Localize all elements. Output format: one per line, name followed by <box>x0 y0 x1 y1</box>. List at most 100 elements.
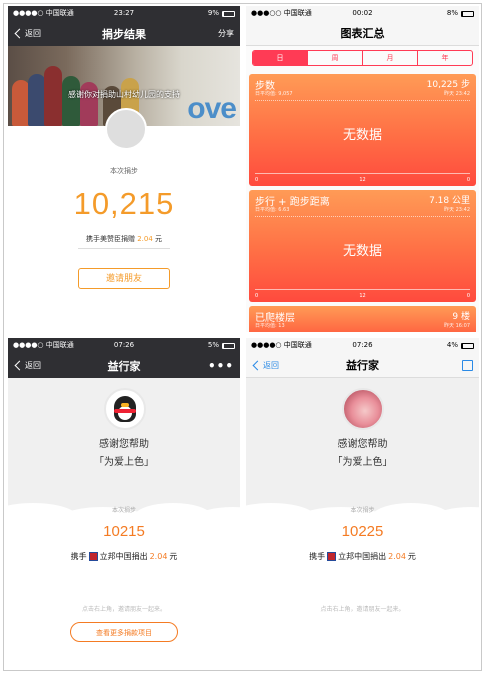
battery-icon <box>461 342 474 349</box>
divider <box>78 248 170 249</box>
carrier-label: ●●●●○ 中国联通 <box>251 341 312 349</box>
carrier-label: ●●●●○ 中国联通 <box>13 341 74 349</box>
nippon-logo-icon <box>327 552 337 561</box>
period-segmented-control: 日 周 月 年 <box>252 50 473 66</box>
donation-result-screen: ●●●●○ 中国联通 23:27 9% 返回 捐步结果 分享 ove 感谢你对捐… <box>8 6 240 332</box>
no-data-label: 无数据 <box>342 128 382 143</box>
battery-percent: 8% <box>446 9 458 17</box>
battery-percent: 5% <box>207 341 219 349</box>
tab-month[interactable]: 月 <box>362 51 417 65</box>
status-time: 00:02 <box>352 9 373 17</box>
donation-prefix: 携手 <box>309 552 326 561</box>
child-figure <box>62 76 80 126</box>
battery-percent: 4% <box>446 341 458 349</box>
battery-icon <box>222 342 235 349</box>
back-button[interactable]: 返回 <box>14 28 41 39</box>
steps-card[interactable]: 步数 日平均值: 9,057 10,225 步 昨天 23:42 无数据 0 12… <box>249 74 476 186</box>
card-value: 7.18 公里 <box>429 196 470 206</box>
avatar <box>105 108 147 150</box>
card-date: 昨天 23:42 <box>444 91 470 97</box>
status-bar: ●●●●○ 中国联通 23:27 9% <box>8 6 240 21</box>
qq-avatar-scarf <box>114 409 136 413</box>
thanks-line: 感谢您帮助 <box>99 439 149 450</box>
qq-avatar-beak <box>121 403 129 407</box>
card-average: 日平均值: 13 <box>255 323 285 329</box>
card-average: 日平均值: 9,057 <box>255 91 293 97</box>
axis-ticks: 0 12 0 <box>255 177 470 183</box>
nav-bar: 返回 益行家 <box>246 353 479 378</box>
distance-card[interactable]: 步行 + 跑步距离 日平均值: 6.63 7.18 公里 昨天 23:42 无数… <box>249 190 476 302</box>
back-button[interactable]: 返回 <box>14 360 41 371</box>
sponsor-name: 立邦中国捐出 <box>338 552 387 561</box>
carrier-label: ●●●○○ 中国联通 <box>251 9 312 17</box>
donation-line: 携手 立邦中国捐出 2.04 元 <box>246 551 479 562</box>
tick-label: 0 <box>255 177 259 183</box>
avatar <box>342 388 384 430</box>
floors-card[interactable]: 已爬楼层 日平均值: 13 9 楼 昨天 16:07 <box>249 306 476 332</box>
card-average: 日平均值: 6.63 <box>255 207 290 213</box>
card-date: 昨天 23:42 <box>444 207 470 213</box>
donation-line: 携手 立邦中国捐出 2.04 元 <box>8 551 240 562</box>
back-button[interactable]: 返回 <box>252 360 279 371</box>
back-chevron-icon <box>14 360 25 371</box>
share-button[interactable]: 分享 <box>218 28 234 39</box>
page-title: 益行家 <box>346 359 379 372</box>
status-time: 23:27 <box>113 9 135 17</box>
donation-unit: 元 <box>155 235 163 243</box>
project-name: 「为爱上色」 <box>94 457 154 468</box>
thanks-line: 感谢您帮助 <box>337 439 388 450</box>
card-value: 9 楼 <box>452 312 470 322</box>
donation-amount: 2.04 <box>137 235 153 243</box>
tab-day[interactable]: 日 <box>253 51 307 65</box>
card-value: 10,225 步 <box>426 80 470 90</box>
donation-prefix: 携手 <box>70 552 87 561</box>
donation-prefix: 携手美赞臣捐赠 <box>85 235 135 243</box>
share-hint: 点击右上角，邀请朋友一起来。 <box>320 606 405 613</box>
battery-percent: 9% <box>207 9 219 17</box>
back-label: 返回 <box>25 29 41 38</box>
banner-caption: 感谢你对捐助山村幼儿园的支持 <box>68 90 180 99</box>
more-projects-button[interactable]: 查看更多捐款项目 <box>70 622 178 642</box>
steps-count: 10215 <box>103 523 145 540</box>
no-data-label: 无数据 <box>342 244 382 259</box>
donation-unit: 元 <box>169 552 178 561</box>
nav-bar: 返回 捐步结果 分享 <box>8 21 240 46</box>
back-chevron-icon <box>252 360 263 370</box>
steps-count: 10,215 <box>73 186 175 221</box>
more-options-button[interactable]: ••• <box>208 359 234 373</box>
donation-line: 携手美赞臣捐赠 2.04 元 <box>8 234 240 244</box>
invite-friends-button[interactable]: 邀请朋友 <box>78 268 170 289</box>
tab-year[interactable]: 年 <box>417 51 472 65</box>
back-label: 返回 <box>25 361 41 370</box>
axis-ticks: 0 12 0 <box>255 293 470 299</box>
tick-label: 0 <box>466 293 470 299</box>
page-title: 益行家 <box>107 359 141 373</box>
nippon-logo-icon <box>88 552 98 561</box>
steps-count: 10225 <box>341 523 384 540</box>
page-title: 捐步结果 <box>102 27 146 41</box>
steps-label: 本次捐步 <box>350 507 375 514</box>
health-charts-screen: ●●●○○ 中国联通 00:02 8% 图表汇总 日 周 月 年 步数 日平均值… <box>246 6 479 332</box>
donation-amount: 2.04 <box>149 552 168 561</box>
tick-label: 12 <box>359 293 366 299</box>
status-bar: ●●●●○ 中国联通 07:26 5% <box>8 338 240 353</box>
steps-label: 本次捐步 <box>111 507 136 514</box>
page-title: 图表汇总 <box>340 27 385 40</box>
status-time: 07:26 <box>113 341 135 349</box>
tick-label: 0 <box>466 177 470 183</box>
yixingjia-qq-screen: ●●●●○ 中国联通 07:26 5% 返回 益行家 ••• 感谢您帮助 「为爱… <box>8 338 240 670</box>
share-hint: 点击右上角，邀请朋友一起来。 <box>81 606 166 613</box>
carrier-label: ●●●●○ 中国联通 <box>13 9 74 17</box>
tick-label: 12 <box>359 177 366 183</box>
sponsor-name: 立邦中国捐出 <box>99 552 148 561</box>
share-button[interactable] <box>462 359 473 371</box>
steps-label: 本次捐步 <box>110 167 138 175</box>
battery-icon <box>222 10 235 17</box>
tab-week[interactable]: 周 <box>307 51 362 65</box>
status-bar: ●●●●○ 中国联通 07:26 4% <box>246 338 479 353</box>
tick-label: 0 <box>255 293 259 299</box>
yixingjia-screen: ●●●●○ 中国联通 07:26 4% 返回 益行家 感谢您帮助 「为爱上色」 … <box>246 338 479 670</box>
nav-bar: 图表汇总 <box>246 21 479 46</box>
back-label: 返回 <box>263 360 279 370</box>
donation-amount: 2.04 <box>388 552 406 561</box>
